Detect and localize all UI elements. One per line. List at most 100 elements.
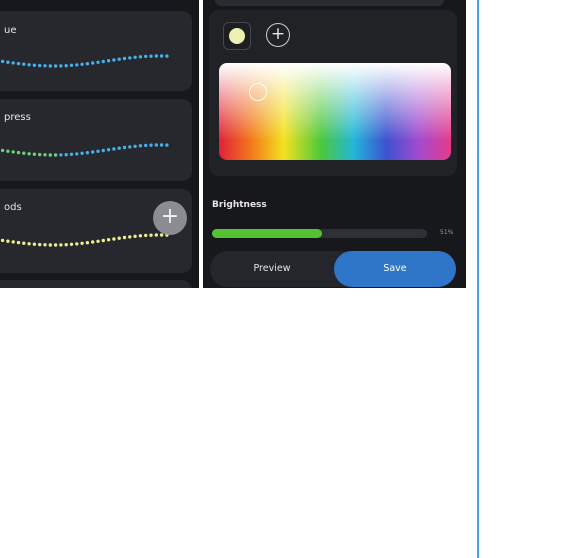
light-dot: [85, 62, 90, 66]
light-dot: [101, 59, 106, 64]
light-dot: [122, 235, 127, 240]
spectrum-handle[interactable]: [249, 83, 267, 101]
action-buttons: Preview Save: [210, 251, 456, 287]
light-dot: [64, 153, 68, 157]
light-dot: [138, 55, 143, 59]
light-dot: [22, 62, 26, 66]
light-dot: [106, 59, 111, 63]
preset-card[interactable]: ue: [0, 11, 192, 91]
preset-label: press: [4, 112, 31, 123]
light-dot: [106, 148, 111, 152]
light-dot: [138, 144, 143, 148]
light-dot: [27, 152, 31, 156]
light-dot: [59, 64, 63, 68]
preview-button[interactable]: Preview: [210, 251, 334, 287]
light-dot: [75, 63, 79, 67]
light-dot: [133, 234, 137, 238]
light-dot: [32, 242, 37, 246]
light-dot: [159, 54, 164, 58]
light-dot: [85, 151, 90, 155]
light-dot: [32, 152, 37, 156]
light-dot: [112, 58, 116, 62]
light-dot: [64, 243, 68, 247]
light-dot: [22, 241, 26, 245]
preset-light-preview: [0, 143, 169, 157]
light-dot: [117, 57, 121, 61]
light-dot: [6, 239, 10, 243]
light-dot: [133, 55, 137, 59]
preset-label: ods: [4, 202, 22, 213]
light-dot: [101, 238, 106, 243]
light-dot: [91, 61, 95, 65]
color-swatch-selected[interactable]: [223, 22, 251, 50]
light-dot: [122, 56, 127, 61]
light-dot: [96, 60, 100, 64]
light-dot: [6, 60, 10, 64]
light-dot: [69, 63, 74, 67]
light-dot: [149, 233, 153, 237]
light-dot: [112, 237, 116, 241]
color-spectrum[interactable]: [219, 63, 451, 160]
brightness-fill: [212, 229, 322, 238]
light-dot: [48, 153, 52, 157]
light-dot: [80, 241, 84, 245]
light-dot: [0, 238, 5, 243]
brightness-label: Brightness: [212, 200, 267, 210]
add-preset-button[interactable]: +: [153, 201, 187, 235]
presets-panel: ue press ods +: [0, 0, 199, 288]
light-dot: [32, 63, 37, 67]
preset-light-preview: [0, 54, 169, 68]
light-dot: [43, 243, 47, 247]
light-dot: [64, 64, 68, 68]
light-dot: [80, 151, 84, 155]
light-dot: [133, 144, 137, 148]
light-dot: [38, 63, 42, 68]
light-dot: [106, 238, 111, 242]
light-dot: [122, 145, 127, 150]
light-dot: [53, 64, 58, 68]
light-dot: [80, 62, 84, 66]
top-bar: [215, 0, 444, 6]
light-dot: [43, 64, 47, 68]
brightness-value: 51%: [440, 229, 454, 236]
light-dot: [6, 149, 10, 153]
color-picker-card: +: [209, 10, 457, 176]
light-dot: [144, 143, 148, 148]
preset-card[interactable]: [0, 280, 192, 288]
light-dot: [154, 54, 158, 58]
light-dot: [53, 243, 58, 247]
light-dot: [11, 240, 15, 244]
brightness-slider[interactable]: [212, 229, 427, 238]
light-dot: [91, 240, 95, 244]
light-dot: [0, 59, 5, 64]
light-dot: [59, 153, 63, 157]
light-dot: [85, 241, 90, 245]
color-editor-panel: + Brightness 51% Preview Save: [203, 0, 466, 288]
light-dot: [96, 149, 100, 153]
light-dot: [144, 233, 148, 238]
light-dot: [75, 152, 79, 156]
light-dot: [43, 153, 47, 157]
light-dot: [48, 243, 52, 247]
add-color-button[interactable]: +: [266, 23, 290, 47]
light-dot: [53, 153, 58, 157]
light-dot: [75, 242, 79, 246]
light-dot: [38, 242, 42, 247]
light-dot: [96, 239, 100, 243]
light-dot: [101, 148, 106, 153]
light-dot: [112, 147, 116, 151]
light-dot: [16, 150, 21, 155]
swatch-color-dot: [229, 28, 245, 44]
light-dot: [16, 61, 21, 66]
light-dot: [27, 242, 31, 246]
save-button[interactable]: Save: [334, 251, 456, 287]
divider-line: [477, 0, 479, 558]
light-dot: [138, 234, 143, 238]
light-dot: [0, 148, 5, 153]
light-dot: [11, 61, 15, 65]
light-dot: [165, 54, 169, 58]
light-dot: [27, 63, 31, 67]
light-dot: [11, 150, 15, 154]
preset-card[interactable]: press: [0, 99, 192, 181]
light-dot: [154, 143, 158, 147]
